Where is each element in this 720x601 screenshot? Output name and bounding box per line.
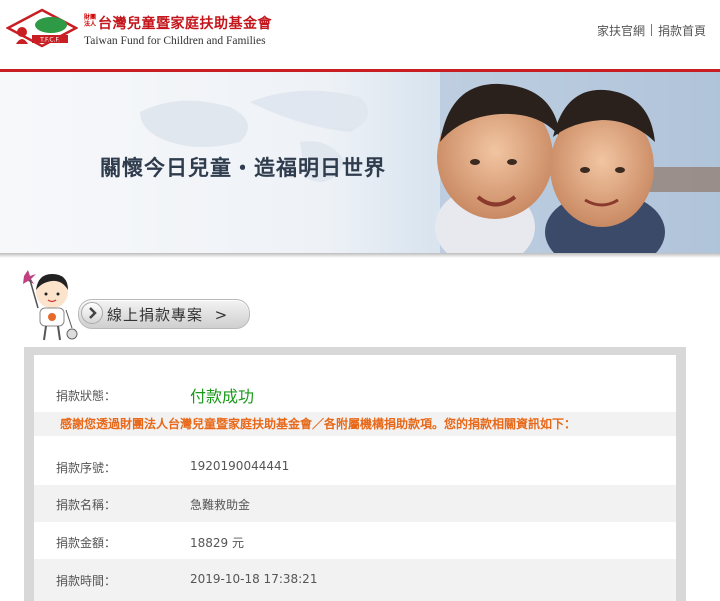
donation-name-label: 捐款名稱：: [56, 498, 117, 512]
donation-name-value: 急難救助金: [190, 498, 251, 512]
donation-time-label: 捐款時間：: [56, 574, 117, 588]
org-prefix: 財團 法人: [84, 14, 98, 28]
amount-label: 捐款金額：: [56, 536, 117, 550]
amount-value: 18829 元: [190, 536, 244, 550]
donation-home-link[interactable]: 捐款首頁: [658, 24, 706, 38]
thank-you-notice: 感謝您透過財團法人台灣兒童暨家庭扶助基金會／各附屬機構捐助款項。您的捐款相關資訊…: [34, 412, 676, 436]
site-header: T.F.C.F. 財團 法人 台灣兒童暨家庭扶助基金會 Taiwan Fund …: [0, 0, 720, 70]
online-donation-section-heading[interactable]: 線上捐款專案 >: [78, 299, 250, 329]
status-row: 捐款狀態： 付款成功: [34, 355, 676, 412]
link-divider: [650, 24, 652, 36]
official-site-link[interactable]: 家扶官網: [597, 24, 645, 38]
svg-text:T.F.C.F.: T.F.C.F.: [39, 37, 60, 44]
donation-result-panel: 捐款狀態： 付款成功 感謝您透過財團法人台灣兒童暨家庭扶助基金會／各附屬機構捐助…: [24, 347, 686, 601]
banner-shadow: [0, 253, 720, 258]
section-title: 線上捐款專案 >: [107, 304, 228, 325]
serial-label: 捐款序號：: [56, 461, 117, 475]
status-label: 捐款狀態：: [56, 389, 117, 403]
org-prefix-line-1: 財團: [84, 14, 97, 21]
table-row: 捐款時間： 2019-10-18 17:38:21: [34, 559, 676, 601]
donation-time-value: 2019-10-18 17:38:21: [190, 572, 318, 586]
org-prefix-line-2: 法人: [84, 21, 97, 28]
org-name-chinese[interactable]: 台灣兒童暨家庭扶助基金會: [98, 13, 272, 33]
top-links: 家扶官網 捐款首頁: [597, 22, 706, 39]
status-value: 付款成功: [190, 387, 255, 406]
serial-value: 1920190044441: [190, 459, 290, 473]
chevron-right-circle-icon: [81, 302, 103, 324]
hero-banner: 關懷今日兒童・造福明日世界: [0, 72, 720, 254]
table-row: 捐款名稱： 急難救助金: [34, 485, 676, 522]
donation-result-card: 捐款狀態： 付款成功 感謝您透過財團法人台灣兒童暨家庭扶助基金會／各附屬機構捐助…: [34, 355, 676, 601]
table-row: 捐款金額： 18829 元: [34, 522, 676, 559]
org-name-english[interactable]: Taiwan Fund for Children and Families: [84, 35, 266, 47]
tfcf-logo[interactable]: T.F.C.F.: [6, 8, 78, 48]
section-arrow: >: [214, 306, 229, 324]
banner-slogan: 關懷今日兒童・造福明日世界: [100, 156, 386, 180]
section-title-text: 線上捐款專案: [107, 306, 204, 324]
table-row: 捐款序號： 1920190044441: [34, 448, 676, 485]
kid-mascot-icon: [23, 270, 78, 341]
